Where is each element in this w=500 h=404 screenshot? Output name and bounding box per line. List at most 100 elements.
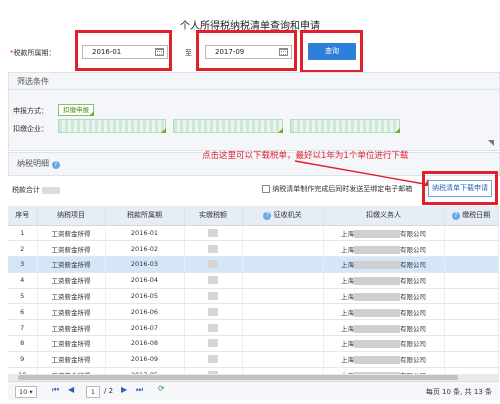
declare-label: 申报方式： (13, 107, 48, 115)
col-header-item[interactable]: 纳税项目 (37, 206, 106, 226)
check-corner-icon (89, 111, 94, 116)
help-icon[interactable]: ? (451, 212, 460, 221)
cell-amount (184, 256, 243, 273)
end-date-input[interactable]: 2017-09 (205, 45, 292, 59)
agent-suffix: 有限公司 (400, 340, 426, 349)
first-page-icon[interactable]: ⏮ (52, 385, 59, 395)
detail-title-text: 纳税明细 (17, 159, 49, 168)
cell-period: 2016-05 (105, 288, 185, 305)
end-date-value: 2017-09 (215, 48, 245, 56)
col-header-date-text: 缴税日期 (462, 211, 491, 220)
email-checkbox[interactable] (262, 185, 270, 193)
agent-prefix: 上海 (341, 340, 354, 349)
page-size-value: 10 (19, 388, 28, 396)
cell-period: 2016-02 (105, 240, 185, 258)
scrollbar-thumb[interactable] (18, 375, 458, 380)
pager: 10 ▾ ⏮ ◀ 1 / 2 ▶ ⏭ ⟳ 每页 10 条, 共 13 条 (8, 381, 498, 400)
cell-item: 工资薪金所得 (37, 272, 106, 289)
table-row[interactable]: 9 工资薪金所得 2016-09 上海 有限公司 (8, 351, 499, 368)
col-header-date[interactable]: ? 缴税日期 (444, 206, 499, 226)
amount-redacted (208, 228, 218, 237)
col-header-period[interactable]: 税款所属期 (105, 206, 185, 226)
query-button[interactable]: 查询 (308, 43, 356, 60)
cell-amount (184, 335, 243, 352)
cell-no: 9 (8, 351, 38, 368)
last-page-icon[interactable]: ⏭ (136, 385, 143, 395)
refresh-icon[interactable]: ⟳ (158, 384, 165, 393)
agent-suffix: 有限公司 (400, 293, 426, 302)
cell-date (444, 240, 499, 258)
table-row[interactable]: 6 工资薪金所得 2016-06 上海 有限公司 (8, 303, 499, 321)
cell-period: 2016-06 (105, 303, 185, 321)
agent-prefix: 上海 (341, 324, 354, 333)
table-header-row: 序号 纳税项目 税款所属期 实缴税额 ? 征收机关 扣缴义务人 ? 缴税日期 (8, 206, 499, 226)
cell-date (444, 225, 499, 242)
page-number-input[interactable]: 1 (86, 386, 100, 398)
cell-date (444, 303, 499, 321)
next-page-icon[interactable]: ▶ (121, 385, 127, 394)
withholder-chip-1[interactable] (58, 119, 166, 133)
amount-redacted (208, 260, 218, 269)
cell-agent: 上海 有限公司 (323, 225, 445, 242)
cell-amount (184, 272, 243, 289)
total-pages: / 2 (104, 387, 114, 395)
calendar-icon[interactable] (155, 48, 164, 56)
agent-redacted (354, 245, 400, 254)
agent-suffix: 有限公司 (400, 324, 426, 333)
cell-authority (242, 351, 324, 368)
start-date-input[interactable]: 2016-01 (82, 45, 168, 59)
table-row[interactable]: 1 工资薪金所得 2016-01 上海 有限公司 (8, 225, 499, 242)
agent-prefix: 上海 (341, 277, 354, 286)
amount-redacted (208, 307, 218, 316)
table-row[interactable]: 7 工资薪金所得 2016-07 上海 有限公司 (8, 319, 499, 337)
agent-prefix: 上海 (341, 356, 354, 365)
cell-item: 工资薪金所得 (37, 351, 106, 368)
filter-divider (9, 89, 499, 90)
cell-amount (184, 225, 243, 242)
horizontal-scrollbar[interactable] (8, 374, 498, 381)
cell-agent: 上海 有限公司 (323, 272, 445, 289)
agent-redacted (354, 340, 400, 349)
col-header-amount[interactable]: 实缴税额 (184, 206, 243, 226)
cell-item: 工资薪金所得 (37, 225, 106, 242)
cell-date (444, 351, 499, 368)
page-size-select[interactable]: 10 ▾ (15, 386, 37, 398)
amount-redacted (208, 339, 218, 348)
col-header-no[interactable]: 序号 (8, 206, 38, 226)
cell-date (444, 272, 499, 289)
cell-no: 1 (8, 225, 38, 242)
email-option[interactable]: 纳税清单制作完成后同时发送至绑定电子邮箱 (262, 184, 412, 194)
cell-no: 8 (8, 335, 38, 352)
table-row[interactable]: 2 工资薪金所得 2016-02 上海 有限公司 (8, 240, 499, 258)
calendar-icon[interactable] (279, 48, 288, 56)
cell-period: 2016-03 (105, 256, 185, 273)
withholder-chip-2[interactable] (173, 119, 283, 133)
declare-tag-text: 扣缴申报 (63, 106, 89, 114)
cell-item: 工资薪金所得 (37, 303, 106, 321)
cell-period: 2016-09 (105, 351, 185, 368)
detail-title: 纳税明细 ? (17, 158, 60, 169)
help-icon[interactable]: ? (263, 212, 272, 221)
withholder-chip-3[interactable] (290, 119, 400, 133)
cell-date (444, 288, 499, 305)
check-corner-icon (278, 128, 283, 133)
table-row[interactable]: 3 工资薪金所得 2016-03 上海 有限公司 (8, 256, 499, 273)
col-header-agent[interactable]: 扣缴义务人 (323, 206, 445, 226)
cell-no: 7 (8, 319, 38, 337)
table-row[interactable]: 5 工资薪金所得 2016-05 上海 有限公司 (8, 288, 499, 305)
agent-suffix: 有限公司 (400, 308, 426, 317)
cell-date (444, 335, 499, 352)
cell-item: 工资薪金所得 (37, 256, 106, 273)
cell-agent: 上海 有限公司 (323, 240, 445, 258)
col-header-authority[interactable]: ? 征收机关 (242, 206, 324, 226)
expand-corner-icon[interactable] (488, 140, 494, 146)
prev-page-icon[interactable]: ◀ (68, 385, 74, 394)
table-row[interactable]: 4 工资薪金所得 2016-04 上海 有限公司 (8, 272, 499, 289)
help-icon[interactable]: ? (51, 161, 60, 169)
download-request-button[interactable]: 纳税清单下载申请 (428, 180, 492, 197)
agent-redacted (354, 229, 400, 238)
cell-agent: 上海 有限公司 (323, 335, 445, 352)
amount-redacted (208, 244, 218, 253)
table-row[interactable]: 8 工资薪金所得 2016-08 上海 有限公司 (8, 335, 499, 352)
declare-tag[interactable]: 扣缴申报 (58, 104, 94, 116)
